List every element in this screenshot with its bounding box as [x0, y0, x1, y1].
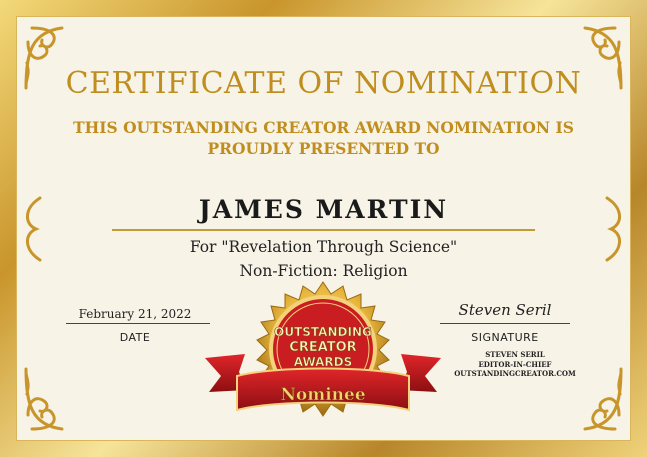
editor-info: STEVEN SERIL EDITOR-IN-CHIEF OUTSTANDING…: [420, 350, 610, 379]
subtitle-line: THIS OUTSTANDING CREATOR AWARD NOMINATIO…: [73, 118, 574, 137]
signature: Steven Seril: [458, 301, 552, 319]
signature-divider: [440, 323, 570, 324]
corner-ornament-icon: [24, 367, 64, 431]
editor-name: STEVEN SERIL: [485, 350, 545, 359]
signature-label: SIGNATURE: [471, 331, 539, 344]
name-divider: [112, 229, 535, 231]
seal-line: AWARDS: [294, 355, 353, 369]
work-title: For "Revelation Through Science": [189, 238, 458, 256]
certificate-title: CERTIFICATE OF NOMINATION: [65, 66, 582, 101]
certificate-subtitle: THIS OUTSTANDING CREATOR AWARD NOMINATIO…: [60, 117, 587, 159]
nomination-details: For "Revelation Through Science" Non-Fic…: [0, 235, 647, 283]
date-label: DATE: [119, 331, 151, 344]
recipient-name: JAMES MARTIN: [198, 195, 449, 224]
ribbon-text: Nominee: [280, 385, 365, 405]
seal-line: OUTSTANDING: [274, 325, 372, 339]
award-seal-icon: OUTSTANDING CREATOR AWARDS Nominee: [205, 281, 441, 417]
editor-role: EDITOR-IN-CHIEF: [478, 359, 552, 369]
editor-site: OUTSTANDINGCREATOR.COM: [454, 369, 576, 378]
subtitle-line: PROUDLY PRESENTED TO: [207, 139, 440, 158]
certificate: CERTIFICATE OF NOMINATION THIS OUTSTANDI…: [0, 0, 647, 457]
seal-line: CREATOR: [289, 340, 356, 355]
date-value: February 21, 2022: [78, 307, 192, 321]
date-divider: [66, 323, 210, 324]
